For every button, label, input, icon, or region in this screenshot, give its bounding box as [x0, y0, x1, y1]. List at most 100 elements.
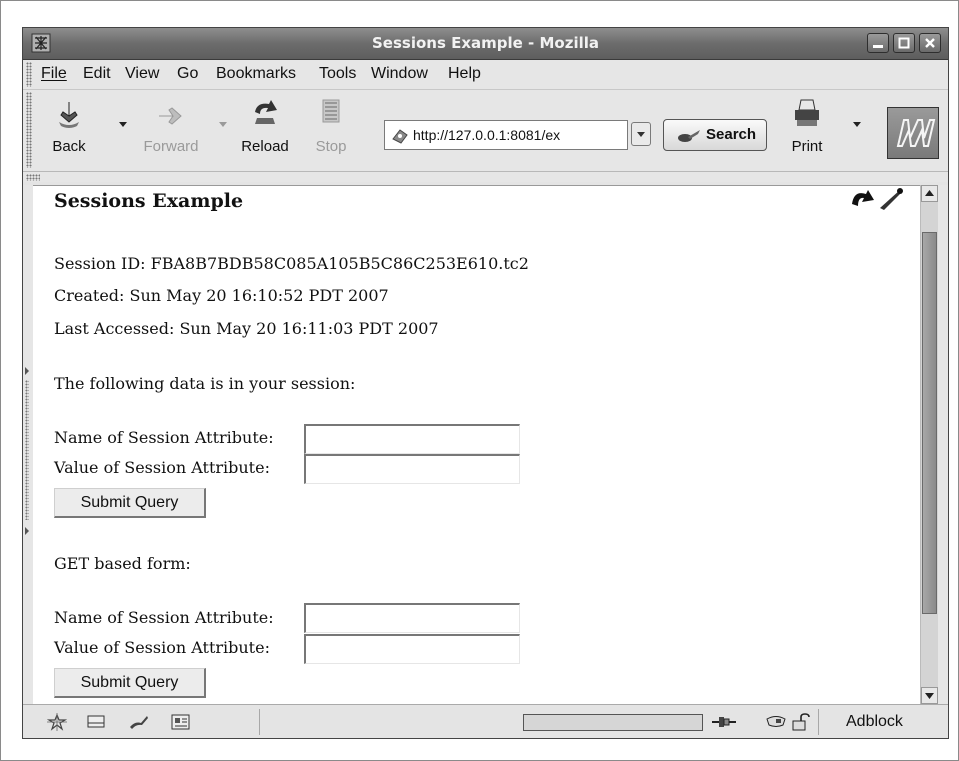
page-body: Sessions Example Session ID: FBA8B7BDB58…	[54, 186, 920, 705]
menu-help[interactable]: Help	[448, 65, 481, 83]
sidebar-grip-dots	[25, 380, 29, 520]
post-value-input[interactable]	[304, 454, 520, 484]
window-title: Sessions Example - Mozilla	[371, 34, 599, 52]
data-intro-text: The following data is in your session:	[54, 374, 356, 393]
search-icon	[678, 130, 700, 142]
menu-help-label: Help	[448, 65, 481, 82]
forward-button[interactable]: Forward	[131, 98, 211, 158]
back-label: Back	[52, 138, 86, 155]
get-form-heading: GET based form:	[54, 554, 191, 573]
menu-file[interactable]: File	[41, 65, 67, 83]
get-value-input[interactable]	[304, 634, 520, 664]
minimize-button[interactable]	[867, 33, 889, 53]
post-submit-button[interactable]: Submit Query	[54, 488, 206, 518]
url-text: http://127.0.0.1:8081/ex	[413, 127, 561, 143]
scroll-down-button[interactable]	[921, 687, 938, 704]
lock-icon[interactable]	[789, 713, 811, 731]
post-name-input[interactable]	[304, 424, 520, 454]
mozilla-m-logo[interactable]	[887, 107, 939, 159]
minimize-icon	[873, 45, 883, 48]
status-separator-2	[818, 709, 819, 735]
subbar-grip[interactable]	[26, 174, 40, 181]
return-icon[interactable]	[846, 186, 906, 216]
get-submit-button[interactable]: Submit Query	[54, 668, 206, 698]
back-arrow-icon	[59, 102, 79, 128]
search-button[interactable]: Search	[663, 119, 767, 151]
scroll-up-icon	[925, 190, 934, 196]
page-heading: Sessions Example	[54, 190, 244, 212]
menu-edit[interactable]: Edit	[83, 65, 111, 83]
reload-label: Reload	[241, 138, 289, 155]
stop-button[interactable]: Stop	[309, 98, 353, 158]
reload-button[interactable]: Reload	[233, 98, 297, 158]
menu-tools-label: Tools	[319, 65, 357, 82]
mozilla-logo-icon	[896, 119, 936, 147]
title-bar[interactable]: Sessions Example - Mozilla	[23, 28, 948, 60]
composer-icon[interactable]	[127, 713, 151, 731]
url-history-dropdown[interactable]	[631, 122, 651, 146]
toolbar-grip[interactable]	[26, 92, 32, 168]
maximize-icon	[898, 37, 910, 49]
menu-bookmarks-label: Bookmarks	[216, 65, 297, 82]
menubar-grip[interactable]	[26, 62, 32, 87]
stop-icon	[322, 99, 340, 123]
forward-label: Forward	[143, 138, 199, 155]
address-book-icon[interactable]	[169, 713, 193, 731]
web-content: Sessions Example Session ID: FBA8B7BDB58…	[33, 185, 920, 705]
menu-bookmarks[interactable]: Bookmarks	[216, 65, 296, 83]
menu-window[interactable]: Window	[371, 65, 428, 83]
reload-icon	[255, 100, 277, 124]
status-separator	[259, 709, 260, 735]
sidebar-collapse-icon	[25, 527, 29, 535]
back-history-dropdown[interactable]	[119, 122, 127, 127]
get-value-label: Value of Session Attribute:	[54, 638, 270, 657]
scroll-up-button[interactable]	[921, 185, 938, 202]
browser-window: Sessions Example - Mozilla File Edit Vie…	[22, 27, 949, 739]
print-icon	[795, 99, 819, 126]
post-name-label: Name of Session Attribute:	[54, 428, 274, 447]
get-name-label: Name of Session Attribute:	[54, 608, 274, 627]
menu-window-label: Window	[371, 65, 428, 82]
menu-bar: File Edit View Go Bookmarks Tools Window…	[23, 60, 948, 90]
online-status-icon[interactable]	[711, 713, 737, 731]
close-button[interactable]	[919, 33, 941, 53]
close-icon	[925, 38, 935, 48]
session-id-text: Session ID: FBA8B7BDB58C085A105B5C86C253…	[54, 254, 529, 273]
scroll-down-icon	[925, 693, 934, 699]
forward-arrow-icon	[159, 107, 182, 125]
scrollbar-thumb[interactable]	[922, 232, 937, 614]
last-accessed-text: Last Accessed: Sun May 20 16:11:03 PDT 2…	[54, 319, 439, 338]
print-button[interactable]: Print	[783, 98, 831, 158]
collapsed-toolbar-grip[interactable]	[23, 172, 948, 182]
menu-tools[interactable]: Tools	[319, 65, 356, 83]
menu-go[interactable]: Go	[177, 65, 198, 83]
cookie-icon[interactable]	[765, 713, 787, 731]
navigation-toolbar: Back Forward Reload Stop http://127.0.0.…	[23, 90, 948, 172]
created-text: Created: Sun May 20 16:10:52 PDT 2007	[54, 286, 389, 305]
adblock-status[interactable]: Adblock	[846, 713, 903, 731]
forward-history-dropdown[interactable]	[219, 122, 227, 127]
vertical-scrollbar[interactable]	[920, 185, 938, 704]
right-gutter	[938, 185, 948, 704]
menu-go-label: Go	[177, 65, 199, 82]
print-label: Print	[791, 138, 823, 155]
url-bar[interactable]: http://127.0.0.1:8081/ex	[384, 120, 628, 150]
site-icon	[392, 129, 408, 144]
post-value-label: Value of Session Attribute:	[54, 458, 270, 477]
status-bar: Adblock	[23, 704, 948, 738]
menu-view[interactable]: View	[125, 65, 159, 83]
sidebar-grippy[interactable]	[23, 185, 33, 704]
maximize-button[interactable]	[893, 33, 915, 53]
back-button[interactable]: Back	[41, 98, 97, 158]
progress-meter	[523, 714, 703, 731]
menu-view-label: View	[125, 65, 160, 82]
sidebar-expand-icon	[25, 367, 29, 375]
mail-icon[interactable]	[85, 713, 109, 731]
stop-label: Stop	[315, 138, 347, 155]
menu-file-label: File	[41, 65, 67, 82]
get-name-input[interactable]	[304, 603, 520, 633]
navigator-icon[interactable]	[45, 713, 69, 731]
search-label: Search	[706, 126, 757, 143]
print-dropdown[interactable]	[853, 122, 861, 127]
menu-edit-label: Edit	[83, 65, 111, 82]
